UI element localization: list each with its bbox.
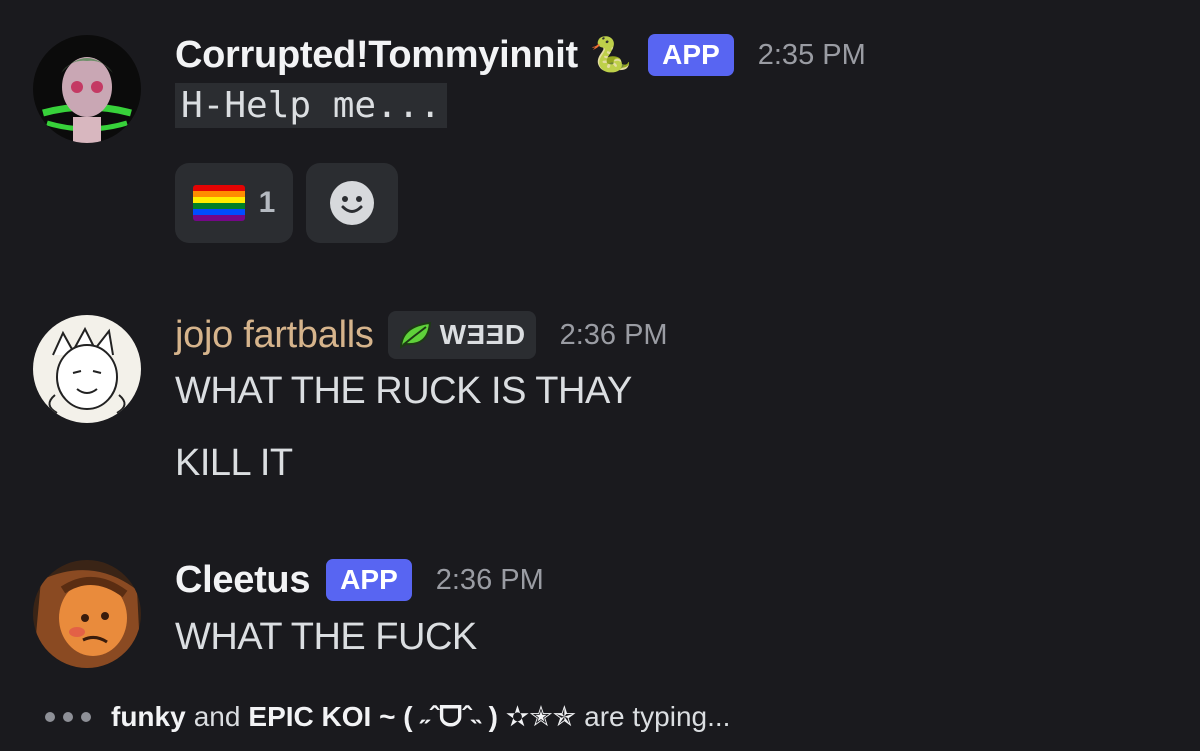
message-header: jojo fartballs WƎƎD 2:36 PM [175,310,668,360]
typing-user: funky [111,701,186,732]
inline-code: H-Help me... [175,83,448,128]
typing-dot [63,712,73,722]
reaction-pride-flag[interactable]: 1 [175,163,293,243]
pride-flag-icon [192,185,245,221]
tag-label: WƎƎD [439,319,526,350]
typing-indicator: funky and EPIC KOI ~ ( ˶ˆᗜˆ˵ ) ✫✭✯ are t… [45,700,730,734]
smiley-icon [329,180,375,226]
avatar-corrupted-tommyinnit[interactable] [33,35,141,143]
typing-joiner: and [193,701,241,732]
message-text: WHAT THE RUCK IS THAY [175,370,632,412]
app-badge: APP [326,559,412,601]
typing-suffix: are typing... [584,701,731,732]
message-text: KILL IT [175,442,293,484]
username[interactable]: Corrupted!Tommyinnit [175,34,578,77]
app-badge: APP [648,34,734,76]
message-text: WHAT THE FUCK [175,616,477,658]
typing-dot [45,712,55,722]
reaction-count: 1 [258,186,276,219]
message-text: H-Help me... [175,83,448,128]
leaf-icon [398,320,434,350]
message-header: Corrupted!Tommyinnit 🐍 APP 2:35 PM [175,30,866,80]
avatar-cleetus[interactable] [33,560,141,668]
avatar-jojo-fartballs[interactable] [33,315,141,423]
add-reaction-button[interactable] [306,163,398,243]
typing-user: EPIC KOI ~ ( ˶ˆᗜˆ˵ ) ✫✭✯ [248,701,577,732]
username[interactable]: jojo fartballs [175,314,374,357]
message-header: Cleetus APP 2:36 PM [175,555,544,605]
timestamp: 2:35 PM [757,38,866,71]
snake-emoji: 🐍 [589,36,633,74]
timestamp: 2:36 PM [435,563,544,596]
typing-dot [81,712,91,722]
timestamp: 2:36 PM [559,318,668,351]
server-tag[interactable]: WƎƎD [387,311,536,359]
username[interactable]: Cleetus [175,559,310,602]
